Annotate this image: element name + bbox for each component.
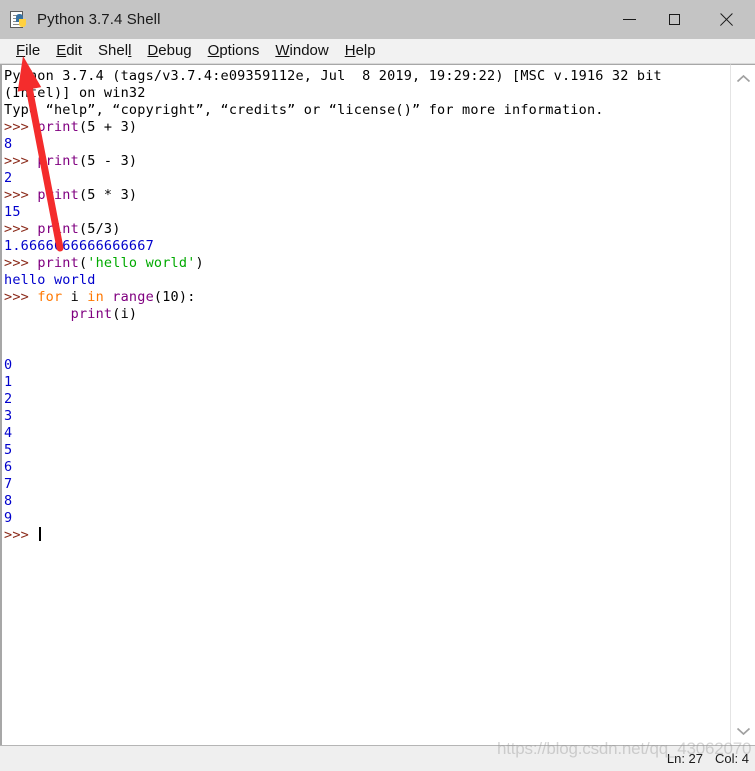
console-token: Python 3.7.4 (tags/v3.7.4:e09359112e, Ju… xyxy=(4,68,662,84)
shell-text-area[interactable]: Python 3.7.4 (tags/v3.7.4:e09359112e, Ju… xyxy=(0,64,730,745)
menu-item-file[interactable]: File xyxy=(8,42,48,60)
console-token: 3 xyxy=(4,408,13,424)
console-token: >>> xyxy=(4,187,38,203)
console-token: (5 - 3) xyxy=(78,153,138,169)
console-token: 7 xyxy=(4,476,13,492)
title-bar: Python 3.7.4 Shell xyxy=(0,0,755,39)
console-token: 2 xyxy=(4,170,13,186)
window-controls xyxy=(607,0,755,39)
menu-item-window[interactable]: Window xyxy=(267,42,336,60)
console-token: 8 xyxy=(4,136,13,152)
menu-accel-help: H xyxy=(344,42,356,59)
status-line-number: Ln: 27 xyxy=(666,751,704,766)
console-token: 6 xyxy=(4,459,13,475)
minimize-icon xyxy=(623,19,636,20)
menu-label-shell: Shel xyxy=(98,42,129,59)
menu-accel-debug: D xyxy=(147,42,159,59)
python-file-icon xyxy=(9,10,29,30)
console-token: >>> xyxy=(4,255,38,271)
console-token: ) xyxy=(195,255,204,271)
menu-item-shell[interactable]: Shell xyxy=(90,42,139,60)
console-token: 5 xyxy=(4,442,13,458)
console-token: >>> xyxy=(4,153,38,169)
status-column-number: Col: 4 xyxy=(715,751,749,766)
console-token: 15 xyxy=(4,204,21,220)
vertical-scrollbar[interactable] xyxy=(730,64,755,745)
scroll-down-button[interactable] xyxy=(731,720,755,742)
maximize-button[interactable] xyxy=(652,0,697,39)
menu-accel-shell: l xyxy=(128,42,132,59)
console-token: hello world xyxy=(4,272,96,288)
menu-accel-edit: E xyxy=(56,42,67,59)
menu-label-help: elp xyxy=(355,42,376,59)
scroll-up-button[interactable] xyxy=(731,68,755,90)
chevron-up-icon xyxy=(736,74,750,83)
title-bar-left: Python 3.7.4 Shell xyxy=(0,10,161,30)
menu-accel-file: F xyxy=(16,42,26,59)
menu-item-help[interactable]: Help xyxy=(337,42,384,60)
menu-accel-options: O xyxy=(207,42,220,59)
console-token: (i) xyxy=(112,306,138,322)
maximize-icon xyxy=(669,14,680,25)
menu-item-debug[interactable]: Debug xyxy=(139,42,199,60)
console-token: print xyxy=(37,255,79,271)
menu-label-debug: ebug xyxy=(158,42,192,59)
console-token: print xyxy=(37,221,79,237)
console-token: >>> xyxy=(4,527,38,543)
console-token: (10): xyxy=(153,289,196,305)
console-token: 1.6666666666666667 xyxy=(4,238,154,254)
menu-label-window: indow xyxy=(289,42,329,59)
console-token: range xyxy=(112,289,154,305)
console-token: print xyxy=(37,187,79,203)
console-token: 1 xyxy=(4,374,13,390)
console-token: Type “help”, “copyright”, “credits” or “… xyxy=(4,102,604,118)
console-token: 4 xyxy=(4,425,13,441)
shell-body: Python 3.7.4 (tags/v3.7.4:e09359112e, Ju… xyxy=(0,64,755,745)
console-token: 'hello world' xyxy=(87,255,196,271)
menu-item-options[interactable]: Options xyxy=(200,42,268,60)
menu-label-options: ptions xyxy=(219,42,260,59)
console-token: >>> xyxy=(4,119,38,135)
console-token: for xyxy=(37,289,63,305)
console-token: (5 + 3) xyxy=(78,119,138,135)
console-token: i xyxy=(62,289,88,305)
console-token xyxy=(4,306,71,322)
menu-label-file: ile xyxy=(25,42,41,59)
menu-accel-window: W xyxy=(275,42,290,59)
close-button[interactable] xyxy=(697,0,755,39)
console-output: Python 3.7.4 (tags/v3.7.4:e09359112e, Ju… xyxy=(4,68,730,544)
console-token: (5/3) xyxy=(78,221,121,237)
console-token: >>> xyxy=(4,289,38,305)
console-token: in xyxy=(87,289,104,305)
console-token: (Intel)] on win32 xyxy=(4,85,146,101)
menu-label-edit: dit xyxy=(66,42,83,59)
console-token: >>> xyxy=(4,221,38,237)
console-token: (5 * 3) xyxy=(78,187,138,203)
status-bar: Ln: 27 Col: 4 xyxy=(0,745,755,771)
console-token: print xyxy=(70,306,113,322)
console-token: 0 xyxy=(4,357,13,373)
window-title: Python 3.7.4 Shell xyxy=(37,11,161,28)
text-caret xyxy=(39,527,42,541)
menu-bar: File Edit Shell Debug Options Window Hel… xyxy=(0,39,755,64)
menu-item-edit[interactable]: Edit xyxy=(48,42,90,60)
chevron-down-icon xyxy=(736,727,750,736)
console-token: print xyxy=(37,119,79,135)
python-shell-window: Python 3.7.4 Shell File Edit Shell Debug… xyxy=(0,0,755,771)
console-token: 8 xyxy=(4,493,13,509)
minimize-button[interactable] xyxy=(607,0,652,39)
console-token: print xyxy=(37,153,79,169)
console-token: 9 xyxy=(4,510,13,526)
console-token: 2 xyxy=(4,391,13,407)
close-icon xyxy=(719,13,733,27)
